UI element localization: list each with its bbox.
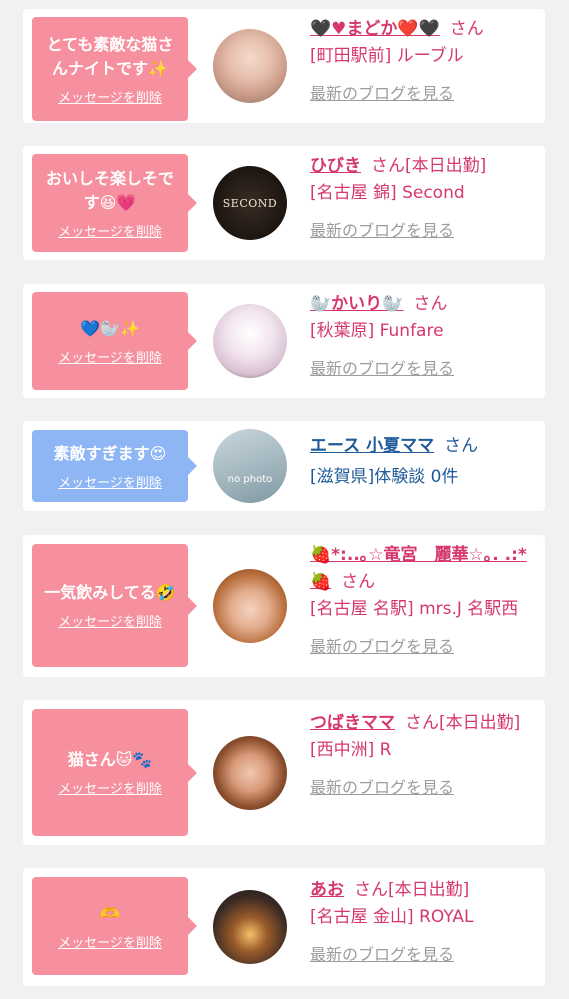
profile-info: あお さん[本日出勤] [名古屋 金山] ROYAL 最新のブログを見る: [310, 877, 542, 969]
message-bubble: おいしそ楽しそです😆💗 メッセージを削除: [32, 154, 197, 252]
profile-info: 🖤♥まどか❤️🖤 さん [町田駅前] ルーブル 最新のブログを見る: [310, 16, 542, 108]
delete-message-link[interactable]: メッセージを削除: [58, 472, 162, 491]
delete-message-link[interactable]: メッセージを削除: [58, 778, 162, 797]
message-text: 💙🦭✨: [80, 318, 140, 338]
avatar-logo-text: SECOND: [222, 196, 278, 210]
honorific: さん[本日出勤]: [371, 156, 487, 176]
avatar[interactable]: [213, 29, 287, 103]
profile-info: 🍓*:..｡☆竜宮 麗華☆｡. .:*🍓 さん [名古屋 名駅] mrs.J 名駅…: [310, 542, 542, 661]
shop-location: [名古屋 錦] Second: [310, 183, 465, 203]
message-card: おいしそ楽しそです😆💗 メッセージを削除 SECOND ひびき さん[本日出勤] …: [23, 146, 545, 260]
profile-info: エース 小夏ママ さん [滋賀県]体験談 0件: [310, 433, 542, 491]
avatar[interactable]: [213, 890, 287, 964]
shop-location: [滋賀県]体験談 0件: [310, 467, 459, 487]
latest-blog-link[interactable]: 最新のブログを見る: [310, 80, 454, 107]
profile-name-link[interactable]: ひびき: [310, 156, 361, 176]
avatar[interactable]: [213, 304, 287, 378]
profile-info: 🦭かいり🦭 さん [秋葉原] Funfare 最新のブログを見る: [310, 291, 542, 383]
avatar[interactable]: SECOND: [213, 166, 287, 240]
shop-location: [西中洲] R: [310, 740, 392, 760]
honorific: さん: [341, 572, 376, 592]
message-card: 猫さん🐱🐾 メッセージを削除 つばきママ さん[本日出勤] [西中洲] R 最新の…: [23, 700, 545, 845]
message-bubble: 猫さん🐱🐾 メッセージを削除: [32, 709, 197, 836]
latest-blog-link[interactable]: 最新のブログを見る: [310, 355, 454, 382]
profile-name-link[interactable]: エース 小夏ママ: [310, 436, 434, 456]
latest-blog-link[interactable]: 最新のブログを見る: [310, 633, 454, 660]
profile-name-link[interactable]: つばきママ: [310, 713, 395, 733]
message-card: 💙🦭✨ メッセージを削除 🦭かいり🦭 さん [秋葉原] Funfare 最新のブロ…: [23, 284, 545, 398]
message-bubble: 💙🦭✨ メッセージを削除: [32, 292, 197, 390]
honorific: さん: [449, 19, 484, 39]
shop-location: [名古屋 名駅] mrs.J 名駅西: [310, 599, 519, 619]
profile-info: ひびき さん[本日出勤] [名古屋 錦] Second 最新のブログを見る: [310, 153, 542, 245]
shop-location: [町田駅前] ルーブル: [310, 46, 464, 66]
latest-blog-link[interactable]: 最新のブログを見る: [310, 941, 454, 968]
message-bubble: 素敵すぎます😍 メッセージを削除: [32, 430, 197, 502]
message-text: 🫶: [100, 903, 120, 923]
profile-name-link[interactable]: 🦭かいり🦭: [310, 294, 403, 314]
delete-message-link[interactable]: メッセージを削除: [58, 221, 162, 240]
avatar[interactable]: [213, 736, 287, 810]
delete-message-link[interactable]: メッセージを削除: [58, 611, 162, 630]
delete-message-link[interactable]: メッセージを削除: [58, 932, 162, 951]
message-bubble: とても素敵な猫さんナイトです✨ メッセージを削除: [32, 17, 197, 121]
shop-location: [秋葉原] Funfare: [310, 321, 444, 341]
honorific: さん[本日出勤]: [354, 880, 470, 900]
message-bubble: 一気飲みしてる🤣 メッセージを削除: [32, 544, 197, 667]
delete-message-link[interactable]: メッセージを削除: [58, 87, 162, 106]
message-text: おいしそ楽しそです😆💗: [45, 168, 174, 212]
delete-message-link[interactable]: メッセージを削除: [58, 347, 162, 366]
avatar[interactable]: [213, 569, 287, 643]
profile-name-link[interactable]: 🖤♥まどか❤️🖤: [310, 19, 440, 39]
message-text: 猫さん🐱🐾: [67, 750, 153, 769]
profile-info: つばきママ さん[本日出勤] [西中洲] R 最新のブログを見る: [310, 710, 542, 802]
profile-name-link[interactable]: あお: [310, 880, 344, 900]
message-text: 一気飲みしてる🤣: [44, 583, 176, 602]
message-card: とても素敵な猫さんナイトです✨ メッセージを削除 🖤♥まどか❤️🖤 さん [町田駅…: [23, 9, 545, 123]
message-card: 一気飲みしてる🤣 メッセージを削除 🍓*:..｡☆竜宮 麗華☆｡. .:*🍓 さん…: [23, 535, 545, 677]
no-photo-label: no photo: [227, 474, 273, 485]
no-photo-avatar[interactable]: no photo: [213, 429, 287, 503]
honorific: さん[本日出勤]: [405, 713, 521, 733]
message-text: とても素敵な猫さんナイトです✨: [46, 34, 174, 78]
message-card: 🫶 メッセージを削除 あお さん[本日出勤] [名古屋 金山] ROYAL 最新の…: [23, 868, 545, 986]
message-text: 素敵すぎます😍: [53, 443, 167, 463]
latest-blog-link[interactable]: 最新のブログを見る: [310, 217, 454, 244]
honorific: さん: [413, 294, 448, 314]
shop-location: [名古屋 金山] ROYAL: [310, 907, 474, 927]
latest-blog-link[interactable]: 最新のブログを見る: [310, 774, 454, 801]
message-card: 素敵すぎます😍 メッセージを削除 no photo エース 小夏ママ さん [滋賀…: [23, 421, 545, 511]
honorific: さん: [444, 436, 479, 456]
message-bubble: 🫶 メッセージを削除: [32, 877, 197, 975]
